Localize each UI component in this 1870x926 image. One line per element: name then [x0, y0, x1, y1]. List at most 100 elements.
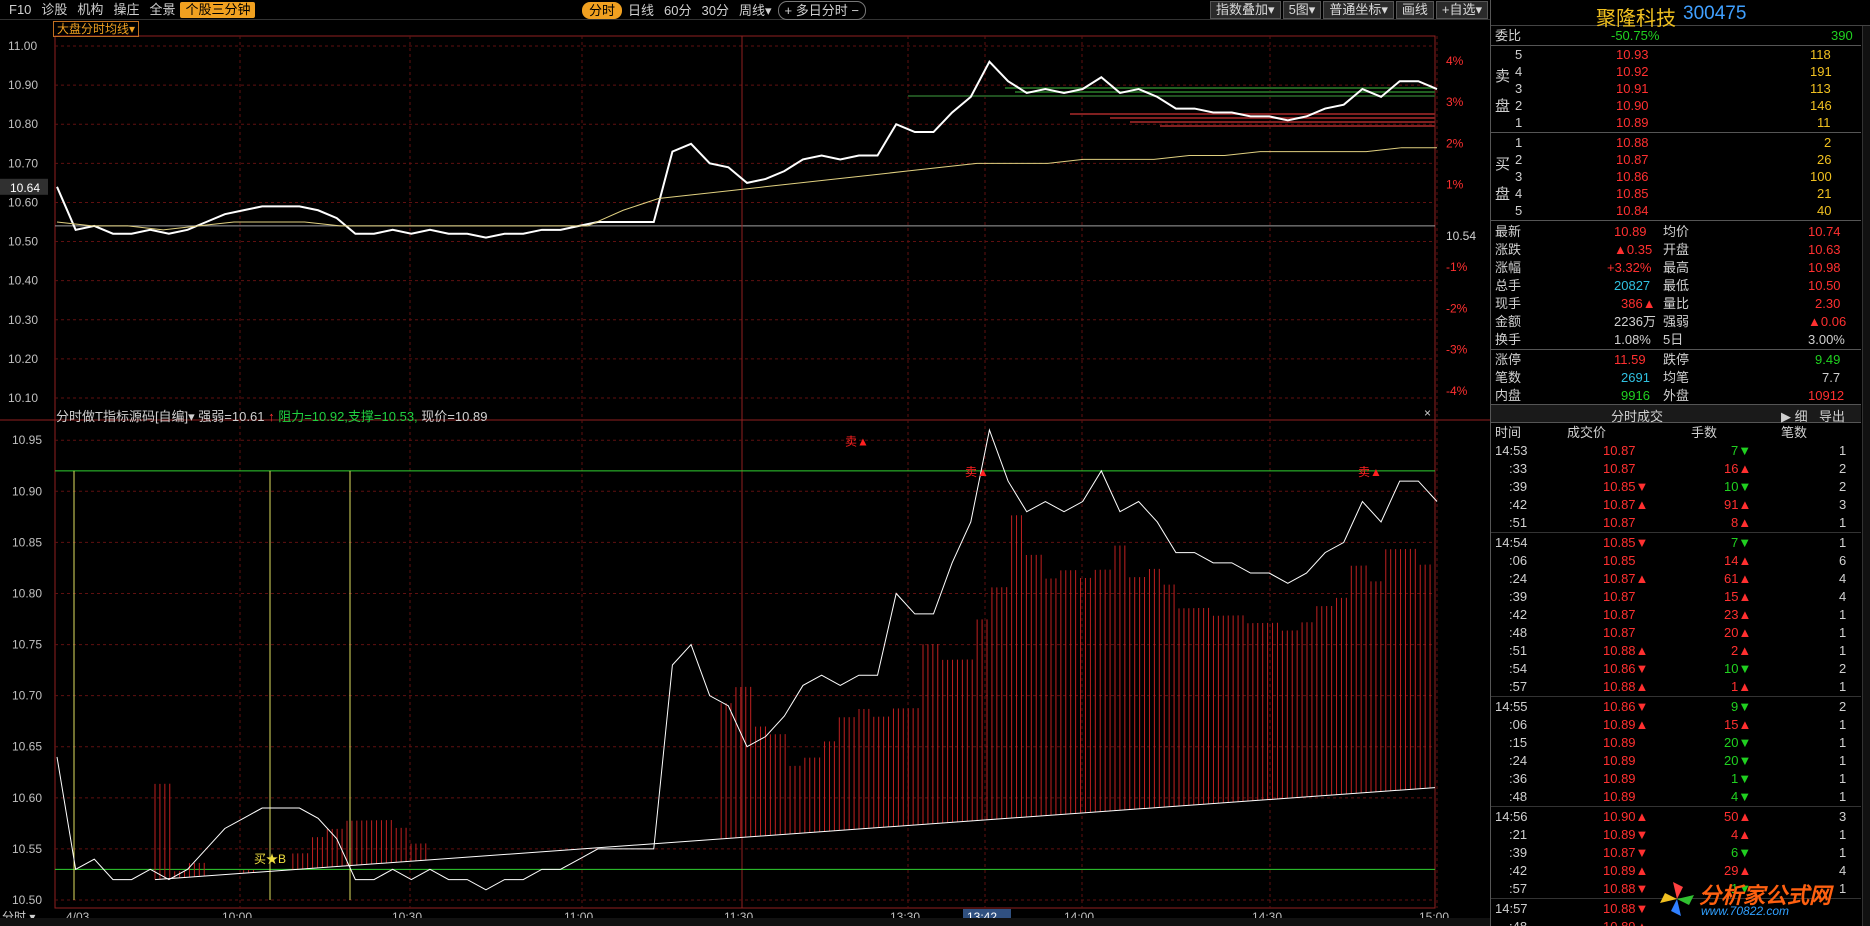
tape-count: 2 [1839, 479, 1847, 494]
tape-count: 1 [1839, 771, 1847, 786]
menu-item-4[interactable]: 全景 [144, 2, 180, 18]
bid-row: 2 10.87 26 [1491, 151, 1861, 168]
option-button-0[interactable]: 指数叠加▾ [1210, 1, 1281, 19]
period-tab-1[interactable]: 日线 [624, 2, 658, 19]
sub-indicator-title[interactable]: 分时做T指标源码[自编]▾ 强弱=10.61 ↑ 阻力=10.92,支撑=10.… [56, 406, 487, 425]
ask-level: 4 [1515, 64, 1523, 79]
tape-time: 14:54 [1495, 535, 1528, 550]
option-button-2[interactable]: 普通坐标▾ [1323, 1, 1394, 19]
sell-signal-label: 卖▲ [1358, 465, 1382, 479]
period-tab-2[interactable]: 60分 [660, 2, 695, 19]
intraday-chart-svg[interactable]: 11.00 10.90 10.80 10.70 10.60 10.50 10.40 10.30… [0, 20, 1490, 926]
tape-count: 1 [1839, 443, 1847, 458]
tape-price: 10.88▲ [1603, 679, 1649, 694]
stat-label: 量比 [1663, 296, 1690, 311]
sub-tick-label: 10.95 [12, 433, 42, 447]
stat-row: 总手 20827 最低 10.50 [1491, 277, 1861, 294]
tape-count: 1 [1839, 789, 1847, 804]
option-button-4[interactable]: +自选▾ [1435, 1, 1488, 19]
bid-level: 5 [1515, 203, 1523, 218]
period-tab-0[interactable]: 分时 [582, 2, 623, 19]
tape-price: 10.85▼ [1603, 479, 1649, 494]
tape-time: :48 [1509, 789, 1528, 804]
ask-row: 5 10.93 118 [1491, 46, 1861, 63]
period-tab-4[interactable]: 周线▾ [735, 2, 776, 19]
tape-count: 3 [1839, 497, 1847, 512]
stat-value: 2691 [1621, 370, 1650, 385]
tape-count: 1 [1839, 717, 1847, 732]
sub-tick-label: 10.70 [12, 689, 42, 703]
stat-label: 均价 [1663, 224, 1690, 239]
sub-title-price: 现价=10.89 [421, 409, 488, 424]
indicator-selector[interactable]: 大盘分时均线▾ [53, 21, 140, 37]
tape-price: 10.88▼ [1603, 901, 1649, 916]
tape-count: 4 [1839, 589, 1847, 604]
close-icon[interactable]: × [1424, 406, 1431, 420]
ask-volume: 113 [1810, 81, 1831, 96]
ask-price[interactable]: 10.90 [1616, 97, 1649, 114]
stat-label: 最新 [1495, 224, 1522, 239]
chart-area[interactable]: 11.00 10.90 10.80 10.70 10.60 10.50 10.40 10.30… [0, 20, 1490, 926]
stat-label: 开盘 [1663, 242, 1690, 257]
sub-title-levels: 阻力=10.92,支撑=10.53, [278, 409, 418, 424]
bid-price[interactable]: 10.84 [1616, 202, 1649, 219]
stat-value: ▲0.06 [1808, 314, 1847, 329]
tape-price: 10.89 [1603, 735, 1636, 750]
menu-item-5[interactable]: 个股三分钟 [180, 2, 256, 18]
stat-label: 涨跌 [1495, 242, 1522, 257]
stat-row: 换手 1.08% 5日 3.00% [1491, 331, 1861, 348]
tape-count: 4 [1839, 863, 1847, 878]
main-chart-frame [54, 35, 1436, 421]
panel-scrollbar[interactable] [1862, 26, 1870, 926]
tape-count: 1 [1839, 827, 1847, 842]
tape-volume: 15▲ [1724, 717, 1752, 732]
divider [1491, 532, 1861, 533]
sub-tick-label: 10.65 [12, 740, 42, 754]
tape-price: 10.85▼ [1603, 535, 1649, 550]
ask-price[interactable]: 10.92 [1616, 63, 1649, 80]
tape-count: 1 [1839, 753, 1847, 768]
tape-time: :15 [1509, 735, 1528, 750]
tape-price: 10.89▲ [1603, 863, 1649, 878]
stat-label: 强弱 [1663, 314, 1690, 329]
sell-signal-label: 卖▲ [845, 434, 869, 448]
menu-item-2[interactable]: 机构 [72, 2, 108, 18]
period-tab-5[interactable]: + 多日分时 − [777, 1, 866, 20]
tape-detail-button[interactable]: ▶ 细 [1781, 406, 1808, 425]
tape-count: 1 [1839, 679, 1847, 694]
tape-volume: 2▲ [1731, 643, 1752, 658]
tape-row: :51 10.88▲ 2▲ 1 [1491, 642, 1861, 659]
sub-tick-label: 10.50 [12, 893, 42, 907]
tape-header: 成交价 [1567, 425, 1607, 440]
sub-price-line [56, 428, 1438, 891]
ask-price[interactable]: 10.89 [1616, 114, 1649, 131]
period-tab-3[interactable]: 30分 [698, 2, 733, 19]
tape-price: 10.87 [1603, 607, 1636, 622]
stat-label: 笔数 [1495, 370, 1522, 385]
tape-column-headers: 时间 成交价 手数 笔数 [1491, 424, 1861, 440]
tape-count: 6 [1839, 553, 1847, 568]
bid-price[interactable]: 10.86 [1616, 168, 1649, 185]
option-button-3[interactable]: 画线 [1395, 1, 1434, 19]
bid-price[interactable]: 10.87 [1616, 151, 1649, 168]
bid-row: 1 10.88 2 [1491, 134, 1861, 151]
option-button-1[interactable]: 5图▾ [1282, 1, 1322, 19]
tape-time: :48 [1509, 918, 1527, 926]
bid-row: 4 10.85 21 [1491, 185, 1861, 202]
menu-item-3[interactable]: 操庄 [108, 2, 144, 18]
tape-count: 2 [1839, 461, 1847, 476]
tape-price: 10.88▼ [1603, 881, 1649, 896]
stat-value: 10.98 [1808, 260, 1841, 275]
tape-row: 14:55 10.86▼ 9▼ 2 [1491, 698, 1861, 715]
menu-item-1[interactable]: 诊股 [36, 2, 72, 18]
divider [1491, 132, 1861, 133]
tape-time: :51 [1509, 643, 1528, 658]
bid-price[interactable]: 10.88 [1616, 134, 1649, 151]
tape-export-button[interactable]: 导出 [1819, 406, 1845, 425]
ask-price[interactable]: 10.91 [1616, 80, 1649, 97]
ask-price[interactable]: 10.93 [1616, 46, 1649, 63]
bid-price[interactable]: 10.85 [1616, 185, 1649, 202]
menu-item-0[interactable]: F10 [4, 2, 36, 18]
tape-volume: 9▼ [1731, 699, 1752, 714]
tape-volume: 91▲ [1724, 497, 1752, 512]
